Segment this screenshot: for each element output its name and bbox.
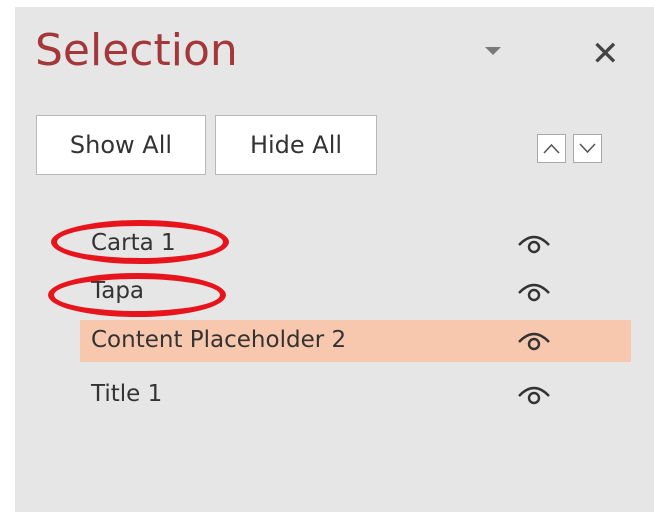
layer-label: Carta 1 [91,230,176,256]
chevron-up-icon [543,143,560,154]
bring-forward-button[interactable] [537,134,566,163]
layer-item-title-1[interactable]: Title 1 [80,374,631,416]
layer-item-content-placeholder-2[interactable]: Content Placeholder 2 [80,320,631,362]
pane-title: Selection [35,25,238,76]
show-all-button[interactable]: Show All [36,115,206,175]
chevron-down-icon[interactable] [485,47,501,55]
visibility-eye-icon[interactable] [516,382,552,406]
visibility-eye-icon[interactable] [516,231,552,255]
visibility-eye-icon[interactable] [516,279,552,303]
chevron-down-icon [579,143,596,154]
layer-label: Title 1 [91,381,163,407]
close-icon[interactable]: ✕ [591,37,620,71]
hide-all-button[interactable]: Hide All [215,115,377,175]
layer-label: Content Placeholder 2 [91,327,347,353]
layer-item-tapa[interactable]: Tapa [80,271,631,313]
visibility-eye-icon[interactable] [516,328,552,352]
selection-pane: Selection ✕ Show All Hide All Carta 1 Ta… [15,7,654,512]
layer-item-carta-1[interactable]: Carta 1 [80,223,631,265]
send-backward-button[interactable] [573,134,602,163]
layer-label: Tapa [91,278,145,304]
